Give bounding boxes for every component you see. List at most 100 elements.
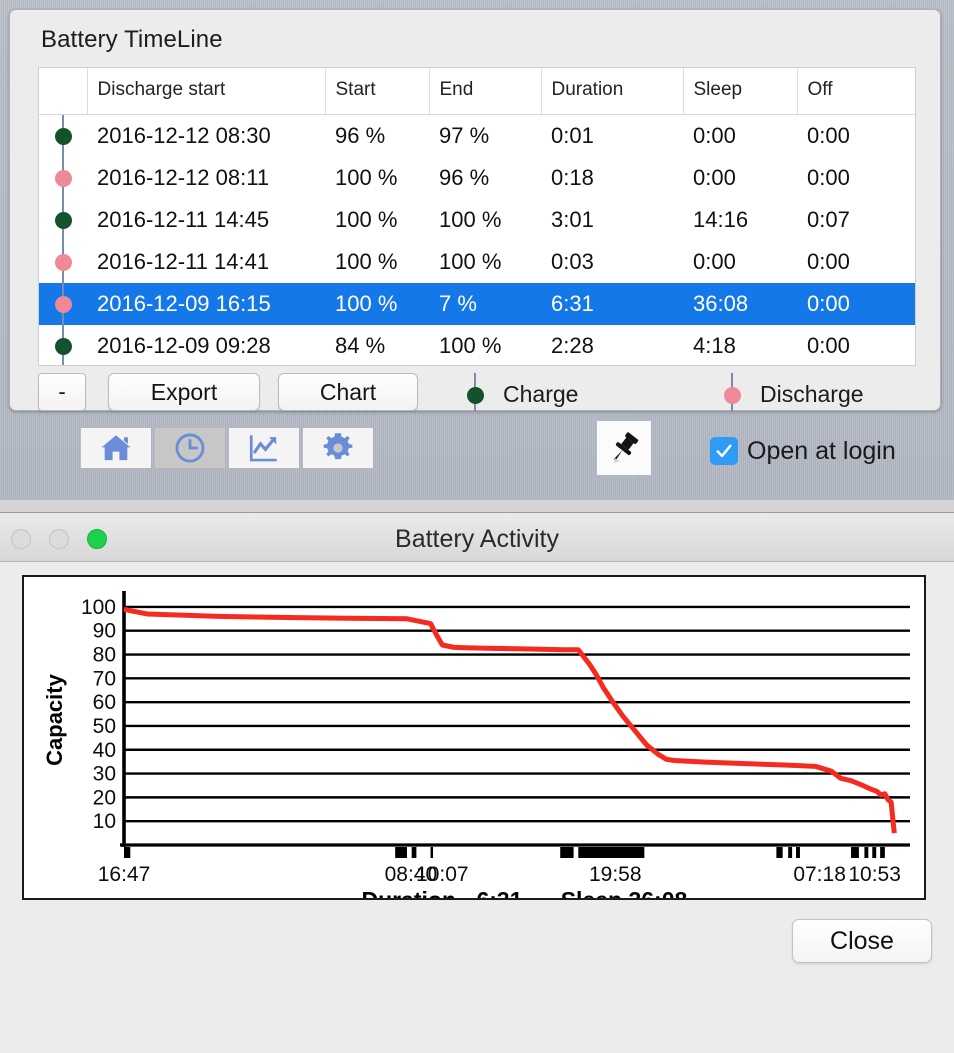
discharge-dot-icon <box>54 169 72 187</box>
cell-start: 100 % <box>325 283 429 325</box>
y-axis-tick-label: 20 <box>93 786 116 809</box>
sleep-block <box>864 847 869 858</box>
table-row[interactable]: 2016-12-09 09:28 84 % 100 % 2:28 4:18 0:00 <box>39 325 915 365</box>
x-axis-tick-label: 16:47 <box>98 863 151 886</box>
charge-dot-icon <box>54 337 72 355</box>
cell-end: 96 % <box>439 164 490 190</box>
table-header-row: Discharge start Start End Duration Sleep… <box>39 68 915 115</box>
discharge-table-container[interactable]: Discharge start Start End Duration Sleep… <box>38 67 916 366</box>
x-axis-tick-label: 19:58 <box>589 863 642 886</box>
sleep-block <box>851 847 859 858</box>
row-marker-cell <box>39 199 87 241</box>
y-axis-title: Capacity <box>42 673 67 765</box>
y-axis-tick-label: 60 <box>93 691 116 714</box>
column-header-marker[interactable] <box>39 68 88 115</box>
legend-charge-label: Charge <box>503 381 579 407</box>
cell-sleep: 0:00 <box>693 122 736 148</box>
table-row[interactable]: 2016-12-12 08:11 100 % 96 % 0:18 0:00 0:00 <box>39 157 915 199</box>
cell-off: 0:00 <box>807 248 850 274</box>
table-row[interactable]: 2016-12-11 14:41 100 % 100 % 0:03 0:00 0:00 <box>39 241 915 283</box>
table-row[interactable]: 2016-12-11 14:45 100 % 100 % 3:01 14:16 0:07 <box>39 199 915 241</box>
cell-duration: 0:03 <box>551 248 594 274</box>
cell-start: 96 % <box>335 122 386 148</box>
row-marker-cell <box>39 157 87 199</box>
column-header-start[interactable]: Start <box>325 68 430 115</box>
sleep-block <box>430 847 434 858</box>
open-at-login-row[interactable]: Open at login <box>710 434 896 468</box>
cell-off: 0:07 <box>807 206 850 232</box>
cell-off: 0:00 <box>797 283 915 325</box>
column-header-end[interactable]: End <box>429 68 542 115</box>
legend-discharge-label: Discharge <box>760 381 864 407</box>
sleep-block <box>411 847 417 858</box>
column-header-duration[interactable]: Duration <box>541 68 684 115</box>
toolbar-chart-button[interactable] <box>229 428 299 468</box>
capacity-line <box>123 606 897 834</box>
y-axis-tick-label: 10 <box>93 810 116 833</box>
cell-off: 0:00 <box>807 122 850 148</box>
discharge-dot-icon <box>54 295 72 313</box>
pin-window-button[interactable] <box>597 421 651 475</box>
column-header-off[interactable]: Off <box>797 68 915 115</box>
discharge-table: Discharge start Start End Duration Sleep… <box>39 68 915 365</box>
sleep-block <box>796 847 800 858</box>
cell-start: 84 % <box>335 332 386 358</box>
cell-sleep: 0:00 <box>693 164 736 190</box>
cell-start: 100 % <box>335 206 398 232</box>
battery-timeline-window: Battery TimeLine Discharge start Start E… <box>0 0 954 500</box>
sleep-block <box>124 847 131 858</box>
toolbar-settings-button[interactable] <box>303 428 373 468</box>
cell-off: 0:00 <box>807 332 850 358</box>
discharge-dot-icon <box>724 387 741 404</box>
cell-end: 100 % <box>439 332 502 358</box>
toolbar-timeline-button[interactable] <box>155 428 225 468</box>
cell-discharge-start: 2016-12-12 08:30 <box>97 122 271 148</box>
x-axis-tick-label: 10:53 <box>848 863 901 886</box>
cell-duration: 0:18 <box>551 164 594 190</box>
open-at-login-checkbox[interactable] <box>710 437 738 465</box>
panel-title: Battery TimeLine <box>41 26 223 53</box>
chart-button[interactable]: Chart <box>278 373 418 411</box>
app-toolbar: Open at login <box>0 420 954 482</box>
cell-discharge-start: 2016-12-11 14:41 <box>97 248 270 274</box>
window-titlebar: Battery Activity <box>0 513 954 562</box>
toolbar-home-button[interactable] <box>81 428 151 468</box>
cell-sleep: 36:08 <box>683 283 797 325</box>
cell-end: 100 % <box>439 206 502 232</box>
close-button[interactable]: Close <box>792 919 932 963</box>
home-icon <box>101 435 131 461</box>
remove-button[interactable]: - <box>38 373 86 411</box>
sleep-block <box>872 847 877 858</box>
column-header-sleep[interactable]: Sleep <box>683 68 798 115</box>
column-header-discharge-start[interactable]: Discharge start <box>87 68 326 115</box>
x-axis-tick-label: 07:18 <box>793 863 846 886</box>
y-axis-tick-label: 100 <box>81 596 116 619</box>
table-row[interactable]: 2016-12-09 16:15 100 % 7 % 6:31 36:08 0:00 <box>39 283 915 325</box>
line-chart-icon <box>249 435 277 462</box>
cell-start: 100 % <box>335 248 398 274</box>
window-title: Battery Activity <box>395 525 559 553</box>
cell-duration: 0:01 <box>551 122 594 148</box>
charge-dot-icon <box>54 127 72 145</box>
charge-dot-icon <box>467 387 484 404</box>
cell-sleep: 4:18 <box>693 332 736 358</box>
sleep-block <box>578 847 645 858</box>
battery-timeline-panel: Battery TimeLine Discharge start Start E… <box>9 9 941 411</box>
export-button[interactable]: Export <box>108 373 260 411</box>
charge-dot-icon <box>54 211 72 229</box>
sleep-block <box>395 847 407 858</box>
sleep-label: Sleep 36:08 <box>561 887 688 898</box>
cell-duration: 3:01 <box>551 206 594 232</box>
battery-activity-window: Battery Activity 10 20 30 40 50 60 70 80 90 100 Ca… <box>0 512 954 1053</box>
cell-discharge-start: 2016-12-09 09:28 <box>97 332 271 358</box>
table-row[interactable]: 2016-12-12 08:30 96 % 97 % 0:01 0:00 0:00 <box>39 115 915 157</box>
sleep-block <box>788 847 793 858</box>
cell-discharge-start: 2016-12-11 14:45 <box>97 206 270 232</box>
battery-activity-chart[interactable]: 10 20 30 40 50 60 70 80 90 100 Capacity 16:47 08:40 1… <box>22 575 926 913</box>
cell-discharge-start: 2016-12-09 16:15 <box>87 283 325 325</box>
chart-svg: 102030405060708090100Capacity16:47 08:401… <box>42 591 910 913</box>
cell-discharge-start: 2016-12-12 08:11 <box>97 164 270 190</box>
y-axis-tick-label: 40 <box>93 739 116 762</box>
cell-duration: 6:31 <box>541 283 683 325</box>
row-marker-cell <box>39 115 87 157</box>
